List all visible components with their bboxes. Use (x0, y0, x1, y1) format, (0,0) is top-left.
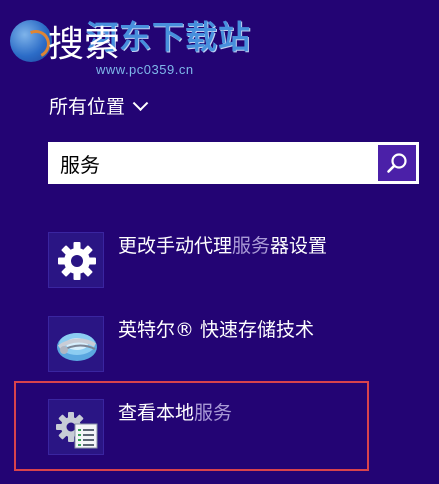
search-result-label: 英特尔® 快速存储技术 (118, 319, 315, 341)
search-box (48, 142, 419, 184)
search-scope-label: 所有位置 (49, 96, 126, 118)
watermark: 河东下载站 www.pc0359.cn (4, 4, 254, 84)
search-result-intel-rst[interactable]: 英特尔® 快速存储技术 (48, 316, 418, 374)
result-icon-tile (48, 316, 104, 372)
chevron-down-icon (132, 95, 149, 112)
intel-rst-icon (57, 333, 97, 361)
watermark-logo-icon (10, 20, 52, 62)
search-result-proxy-settings[interactable]: 更改手动代理服务器设置 (48, 232, 418, 290)
gear-icon (58, 242, 96, 280)
search-result-label: 更改手动代理服务器设置 (118, 235, 328, 257)
search-scope-dropdown[interactable]: 所有位置 (49, 94, 149, 120)
search-result-view-local-services[interactable]: 查看本地服务 (48, 399, 418, 457)
search-input[interactable] (48, 142, 376, 184)
result-icon-tile (48, 399, 104, 455)
services-icon (56, 412, 98, 449)
search-icon (387, 153, 407, 173)
page-title: 搜索 (48, 24, 121, 65)
search-button[interactable] (378, 145, 416, 181)
search-result-label: 查看本地服务 (118, 402, 233, 424)
result-icon-tile (48, 232, 104, 288)
